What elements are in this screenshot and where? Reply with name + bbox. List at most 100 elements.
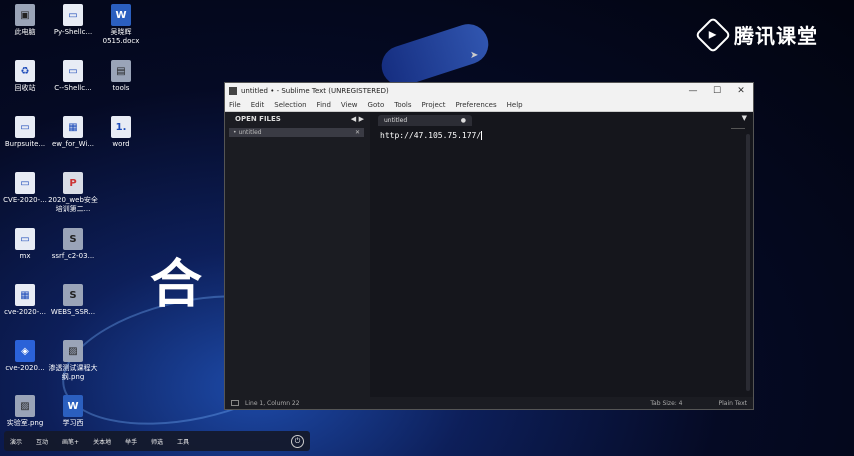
desktop-icon[interactable]: ▦ cve-2020-... [0, 284, 50, 317]
desktop-icon[interactable]: W 学习西 [48, 395, 98, 428]
menu-selection[interactable]: Selection [274, 101, 306, 109]
file-icon: S [63, 228, 83, 250]
tab-bar: untitled ● ▼ [370, 112, 753, 126]
menu-edit[interactable]: Edit [251, 101, 265, 109]
menu-file[interactable]: File [229, 101, 241, 109]
desktop-icon-label: 学习西 [62, 419, 84, 427]
unsaved-dot-icon[interactable]: ● [461, 117, 466, 124]
desktop-icon[interactable]: ▭ Burpsuite... [0, 116, 50, 149]
toolbar-item-demo[interactable]: 演示 [10, 437, 22, 446]
desktop-icon-label: ew_for_Wi... [51, 140, 95, 148]
desktop-icon[interactable]: ▤ tools [96, 60, 146, 93]
maximize-button[interactable]: ☐ [705, 86, 729, 96]
minimap[interactable] [731, 128, 745, 129]
desktop-icon-label: Burpsuite... [4, 140, 46, 148]
wallpaper-character: 合 [150, 255, 203, 315]
mouse-pointer-icon: ➤ [470, 50, 479, 61]
menu-preferences[interactable]: Preferences [455, 101, 496, 109]
window-title: untitled • - Sublime Text (UNREGISTERED) [241, 87, 389, 95]
file-icon: ▦ [63, 116, 83, 138]
tab-untitled[interactable]: untitled ● [378, 115, 472, 126]
toolbar-item-interact[interactable]: 互动 [36, 437, 48, 446]
file-icon: ▦ [15, 284, 35, 306]
tab-nav-arrows[interactable]: ◀ ▶ [351, 115, 364, 123]
file-icon: ▭ [63, 4, 83, 26]
desktop-icon-label: ssrf_c2-03... [51, 252, 95, 260]
desktop-icon-label: 回收站 [14, 84, 36, 92]
menu-view[interactable]: View [341, 101, 358, 109]
desktop-icon-label: 2020_web安全培训第二... [48, 196, 98, 213]
file-icon: ◈ [15, 340, 35, 362]
menu-help[interactable]: Help [507, 101, 523, 109]
toolbar-item-brush[interactable]: 画笔+ [62, 437, 79, 446]
desktop-icon-label: cve-2020-... [4, 308, 46, 316]
desktop-icon-label: C--Shellc... [54, 84, 92, 92]
desktop-icon[interactable]: ♻ 回收站 [0, 60, 50, 93]
desktop-icon[interactable]: P 2020_web安全培训第二... [48, 172, 98, 214]
file-icon: ▭ [15, 228, 35, 250]
panel-toggle-icon[interactable] [231, 400, 239, 406]
desktop-icon-label: 此电脑 [14, 28, 36, 36]
toolbar-item-tools[interactable]: 工具 [177, 437, 189, 446]
sidebar-file-label: • untitled [233, 129, 262, 136]
desktop-icon[interactable]: Sssrf_c2-03... [48, 228, 98, 261]
menu-goto[interactable]: Goto [368, 101, 385, 109]
desktop-icon[interactable]: ▨ 实验室.png [0, 395, 50, 428]
file-icon: ▭ [63, 60, 83, 82]
sidebar: OPEN FILES ◀ ▶ • untitled ✕ [225, 112, 370, 397]
editor-pane[interactable]: untitled ● ▼ http://47.105.75.177/ [370, 112, 753, 397]
menu-project[interactable]: Project [422, 101, 446, 109]
file-icon: ▭ [15, 116, 35, 138]
desktop-icon-label: word [112, 140, 130, 148]
desktop-icon-label: Py-Shellc... [53, 28, 93, 36]
close-file-icon[interactable]: ✕ [355, 129, 360, 136]
desktop-icon[interactable]: W 吴晓辉0515.docx [96, 4, 146, 46]
desktop-icon[interactable]: ▭ CVE-2020-... [0, 172, 50, 205]
toolbar-item-raise-hand[interactable]: 举手 [125, 437, 137, 446]
file-icon: ▭ [15, 172, 35, 194]
desktop-icon-label: CVE-2020-... [3, 196, 47, 204]
desktop-icon[interactable]: S WEBS_SSR... [48, 284, 98, 317]
power-icon[interactable]: ⏻ [291, 434, 304, 448]
brand-watermark: ▶ 腾讯课堂 [694, 16, 818, 53]
desktop-icon[interactable]: ▭ Py-Shellc... [48, 4, 98, 37]
desktop-icon[interactable]: ▣ 此电脑 [0, 4, 50, 37]
code-text: http://47.105.75.177/ [380, 131, 482, 140]
cursor-position: Line 1, Column 22 [245, 399, 300, 407]
desktop-icon[interactable]: ▦ ew_for_Wi... [48, 116, 98, 149]
tab-dropdown-icon[interactable]: ▼ [742, 114, 747, 122]
desktop-icon[interactable]: ◈ cve-2020... [0, 340, 50, 373]
tab-label: untitled [384, 117, 408, 124]
file-icon: W [63, 395, 83, 417]
menu-tools[interactable]: Tools [394, 101, 411, 109]
sidebar-file-untitled[interactable]: • untitled ✕ [229, 128, 364, 137]
desktop-icon-label: tools [112, 84, 130, 92]
code-line[interactable]: http://47.105.75.177/ [370, 126, 753, 145]
title-bar[interactable]: untitled • - Sublime Text (UNREGISTERED)… [225, 83, 753, 99]
menu-find[interactable]: Find [317, 101, 331, 109]
desktop-icon-label: 吴晓辉0515.docx [102, 28, 140, 45]
file-icon: ▨ [63, 340, 83, 362]
sublime-window[interactable]: untitled • - Sublime Text (UNREGISTERED)… [224, 82, 754, 410]
close-button[interactable]: ✕ [729, 86, 753, 96]
desktop-icon[interactable]: ▭ C--Shellc... [48, 60, 98, 93]
file-icon: 1. [111, 116, 131, 138]
desktop-icon-label: cve-2020... [5, 364, 45, 372]
minimize-button[interactable]: — [681, 86, 705, 96]
tab-size[interactable]: Tab Size: 4 [650, 400, 682, 407]
toolbar-item-local[interactable]: 关本地 [93, 437, 111, 446]
syntax-mode[interactable]: Plain Text [719, 400, 747, 407]
toolbar-item-select[interactable]: 师选 [151, 437, 163, 446]
desktop-icon[interactable]: ▨ 渗透测试课程大纲.png [48, 340, 98, 382]
vertical-scrollbar[interactable] [746, 134, 750, 391]
sublime-app-icon [229, 87, 237, 95]
desktop-icon[interactable]: ▭ mx [0, 228, 50, 261]
desktop-icon-label: mx [19, 252, 31, 260]
status-bar: Line 1, Column 22 Tab Size: 4 Plain Text [225, 397, 753, 409]
open-files-header: OPEN FILES [235, 115, 281, 123]
desktop-icon[interactable]: 1. word [96, 116, 146, 149]
file-icon: ▣ [15, 4, 35, 26]
classroom-toolbar: 演示 互动 画笔+ 关本地 举手 师选 工具 ⏻ [4, 431, 310, 451]
desktop-icon-label: WEBS_SSR... [50, 308, 96, 316]
desktop-icon-label: 渗透测试课程大纲.png [48, 364, 98, 381]
